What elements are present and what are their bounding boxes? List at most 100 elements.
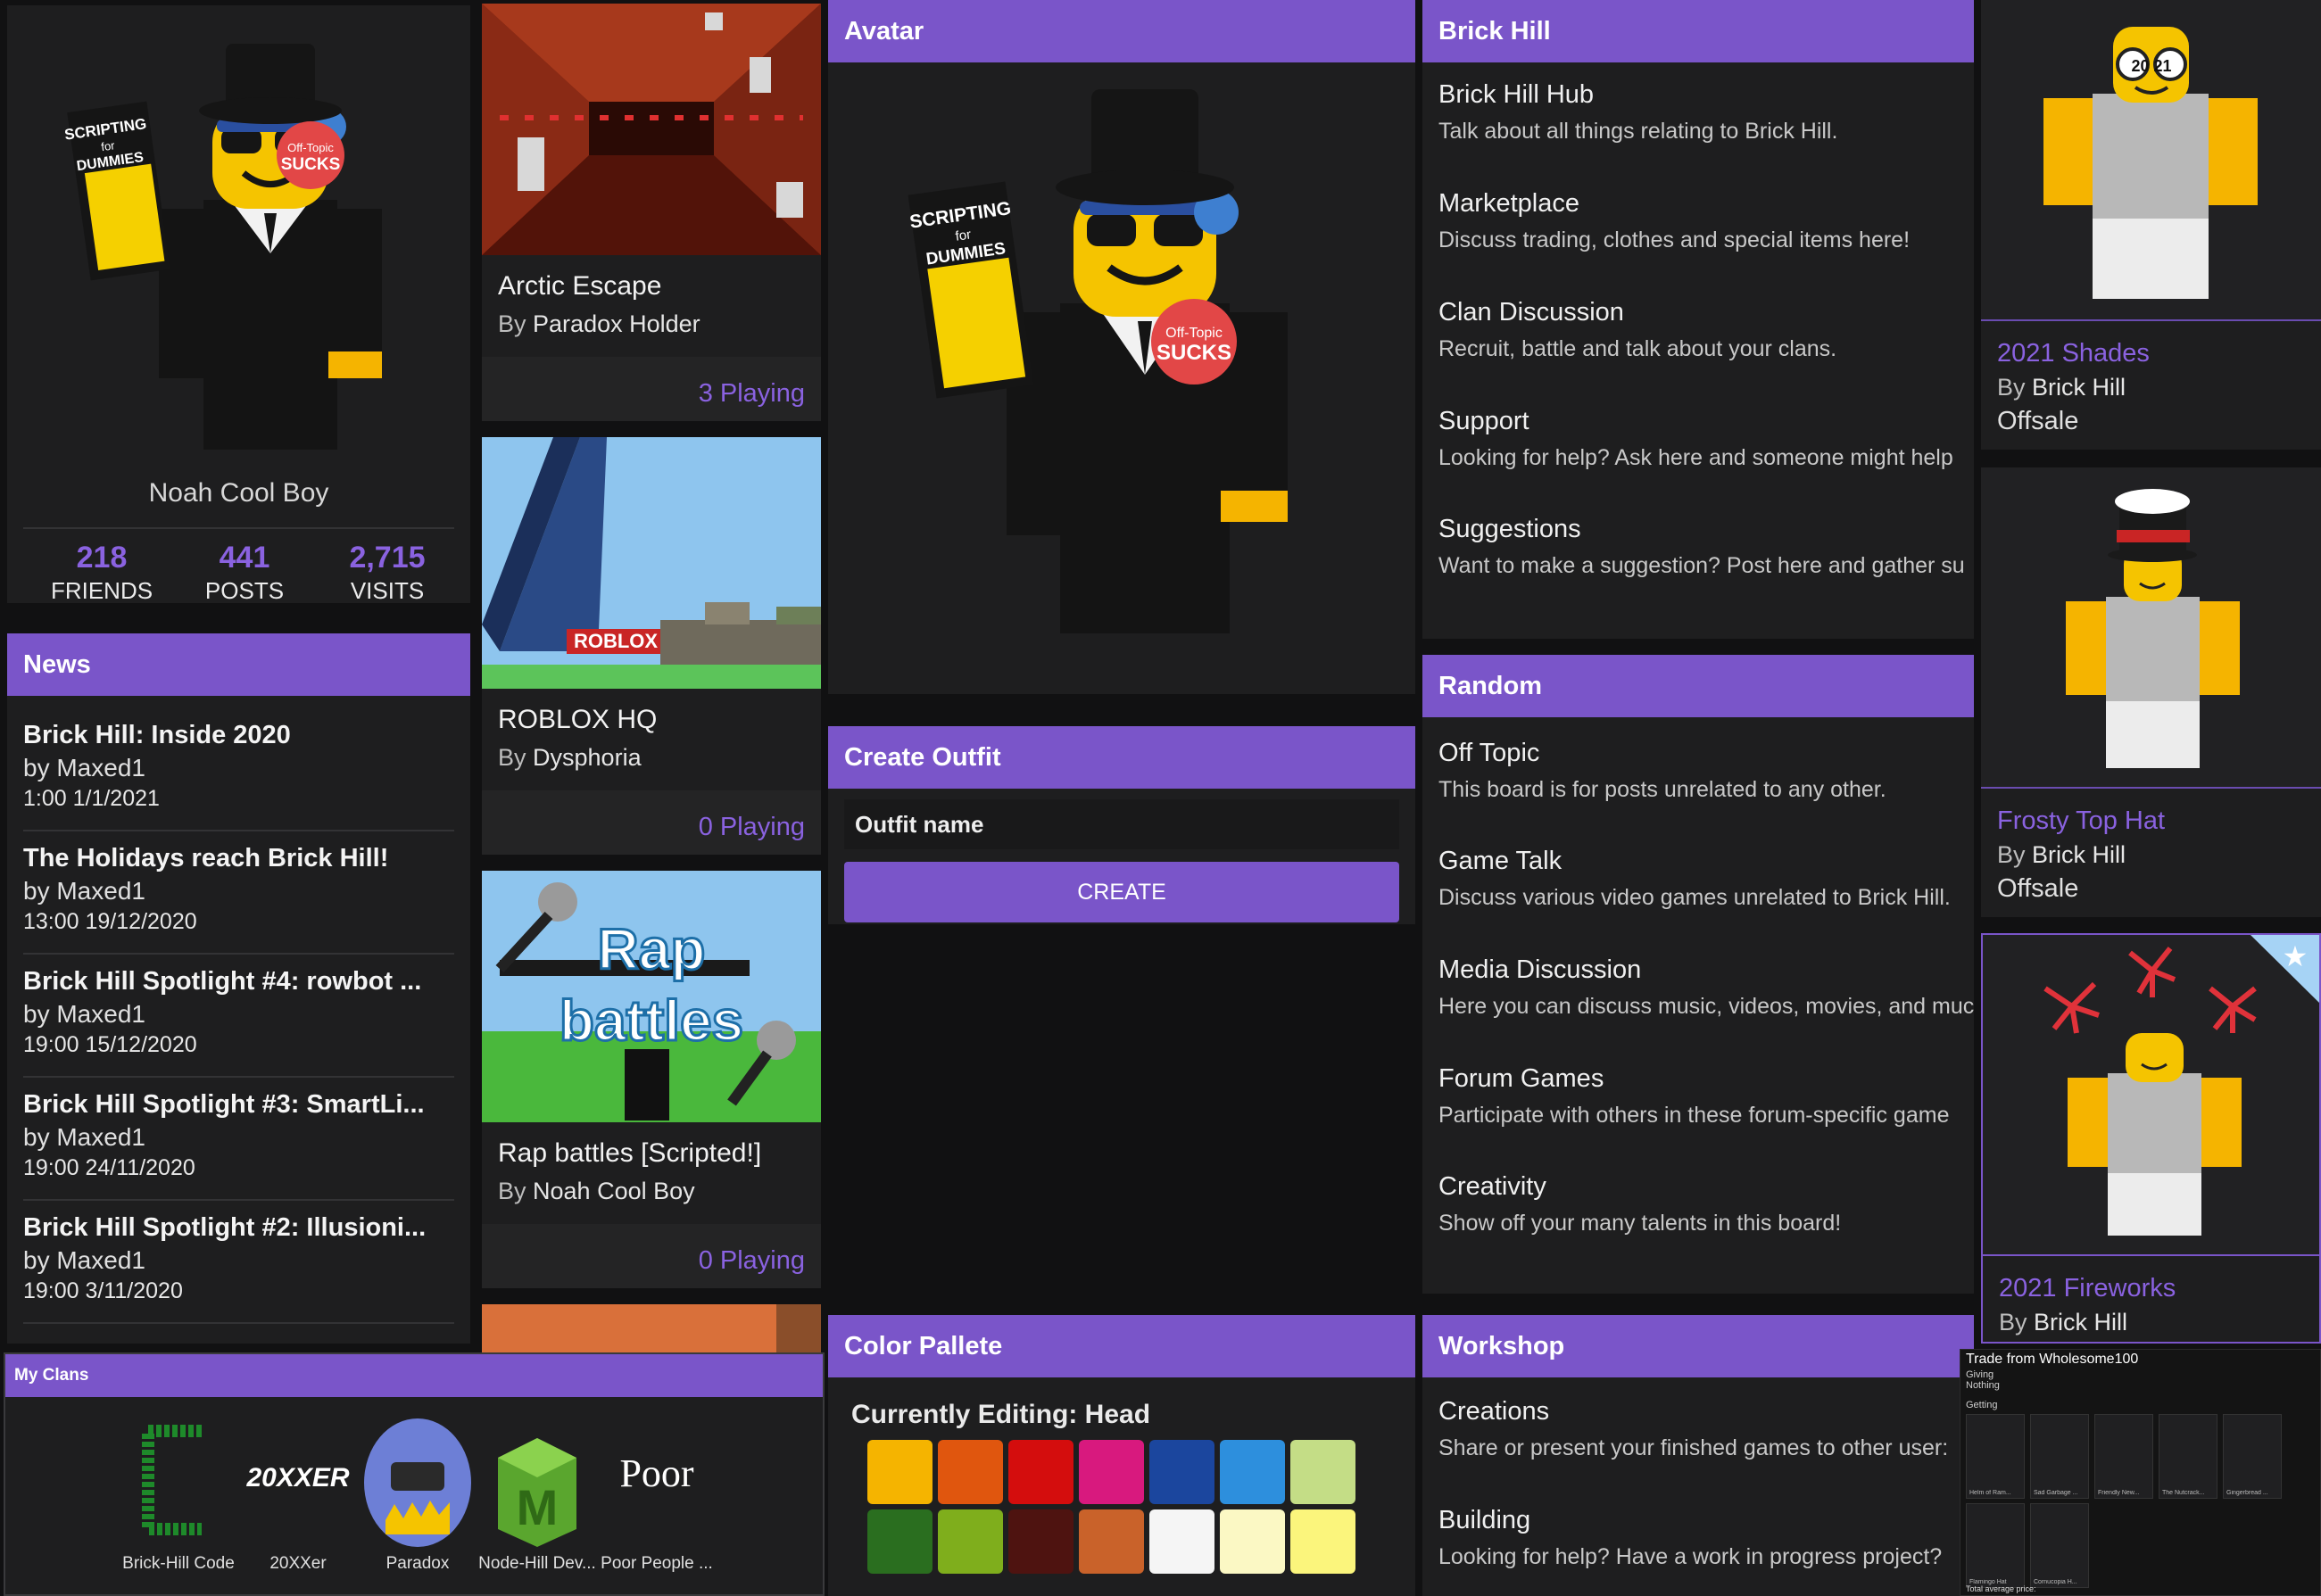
forum-board[interactable]: Marketplace Discuss trading, clothes and … (1438, 189, 1974, 253)
news-item[interactable]: Brick Hill: Inside 2020 by Maxed1 1:00 1… (23, 708, 454, 831)
forum-board-name[interactable]: Suggestions (1438, 515, 1974, 544)
news-item[interactable]: The Holidays reach Brick Hill! by Maxed1… (23, 831, 454, 955)
clan-name[interactable]: Paradox (359, 1554, 477, 1574)
clan-item[interactable]: M Node-Hill Dev... (478, 1413, 596, 1574)
color-swatch[interactable] (1220, 1440, 1285, 1504)
forum-board-name[interactable]: Creativity (1438, 1172, 1974, 1202)
shop-item-name[interactable]: Frosty Top Hat (1981, 789, 2321, 836)
color-swatch[interactable] (1008, 1440, 1073, 1504)
game-creator[interactable]: Paradox Holder (533, 310, 700, 337)
shop-item-creator[interactable]: Brick Hill (2032, 374, 2126, 401)
clan-name[interactable]: Node-Hill Dev... (478, 1554, 596, 1574)
color-swatch[interactable] (1079, 1509, 1144, 1574)
forum-board-name[interactable]: Creations (1438, 1397, 1974, 1426)
color-swatch[interactable] (1290, 1509, 1355, 1574)
shop-item-2021-shades[interactable]: 20 21 2021 Shades By Brick Hill Offsale (1981, 0, 2321, 450)
outfit-name-input[interactable]: Outfit name (844, 799, 1399, 849)
clan-item[interactable]: Paradox (359, 1413, 477, 1574)
stat-visits[interactable]: 2,715 VISITS (316, 541, 459, 603)
clan-item[interactable]: Poor Poor People ... (598, 1413, 716, 1574)
color-swatch[interactable] (867, 1509, 933, 1574)
forum-board-name[interactable]: Game Talk (1438, 847, 1974, 876)
forum-board[interactable]: Clan Discussion Recruit, battle and talk … (1438, 298, 1974, 362)
clan-item[interactable]: Brick-Hill Code (120, 1413, 237, 1574)
shop-item-frosty-top-hat[interactable]: Frosty Top Hat By Brick Hill Offsale (1981, 467, 2321, 917)
trade-item[interactable]: Flamingo Hat (1966, 1503, 2025, 1588)
forum-board-name[interactable]: Media Discussion (1438, 955, 1974, 985)
color-swatch[interactable] (938, 1509, 1003, 1574)
shop-item-thumbnail[interactable]: ★ (1983, 935, 2319, 1256)
forum-board-name[interactable]: Brick Hill Hub (1438, 80, 1974, 110)
forum-board[interactable]: Game Talk Discuss various video games unr… (1438, 847, 1974, 911)
color-swatch[interactable] (1008, 1509, 1073, 1574)
forum-board[interactable]: Building Looking for help? Have a work in… (1438, 1506, 1974, 1570)
stat-friends[interactable]: 218 FRIENDS (30, 541, 173, 603)
forum-board-name[interactable]: Clan Discussion (1438, 298, 1974, 327)
shop-item-creator[interactable]: Brick Hill (2032, 841, 2126, 868)
news-item-title[interactable]: Brick Hill Spotlight #3: SmartLi... (23, 1090, 454, 1120)
shop-item-creator[interactable]: Brick Hill (2034, 1309, 2127, 1336)
trade-item[interactable]: Cornucopia H... (2030, 1503, 2089, 1588)
news-item[interactable]: Brick Hill Spotlight #2: Illusioni... by… (23, 1201, 454, 1324)
game-card-rap-battles[interactable]: Rap battles Rap battles [Scripted!] By N… (482, 871, 821, 1288)
clan-logo[interactable]: 20XXER (241, 1413, 355, 1547)
clan-logo[interactable] (121, 1413, 236, 1547)
color-swatch[interactable] (1149, 1509, 1214, 1574)
forum-board[interactable]: Suggestions Want to make a suggestion? Po… (1438, 515, 1974, 579)
news-item[interactable]: Brick Hill Spotlight #4: rowbot ... by M… (23, 955, 454, 1078)
trade-item[interactable]: Helm of Ram... (1966, 1414, 2025, 1499)
game-title[interactable]: Arctic Escape (482, 255, 821, 302)
color-swatch[interactable] (938, 1440, 1003, 1504)
color-swatch[interactable] (1220, 1509, 1285, 1574)
clan-name[interactable]: 20XXer (239, 1554, 357, 1574)
game-creator[interactable]: Noah Cool Boy (533, 1178, 695, 1204)
game-card-roblox-hq[interactable]: ROBLOX ROBLOX HQ By Dysphoria 0 Playing (482, 437, 821, 855)
clan-name[interactable]: Brick-Hill Code (120, 1554, 237, 1574)
trade-item[interactable]: Friendly New... (2094, 1414, 2153, 1499)
clan-logo[interactable]: M (480, 1413, 594, 1547)
news-item-title[interactable]: The Holidays reach Brick Hill! (23, 844, 454, 873)
news-item-title[interactable]: Brick Hill Spotlight #2: Illusioni... (23, 1213, 454, 1243)
color-swatch[interactable] (1079, 1440, 1144, 1504)
forum-board[interactable]: Forum Games Participate with others in th… (1438, 1064, 1974, 1129)
username[interactable]: Noah Cool Boy (7, 478, 470, 509)
shop-item-2021-fireworks[interactable]: ★ 2021 Fireworks By Brick Hill (1981, 933, 2321, 1344)
news-item-title[interactable]: Brick Hill: Inside 2020 (23, 721, 454, 750)
news-item[interactable]: Brick Hill Spotlight #3: SmartLi... by M… (23, 1078, 454, 1201)
shop-item-thumbnail[interactable] (1981, 467, 2321, 789)
stat-posts[interactable]: 441 POSTS (173, 541, 316, 603)
game-title[interactable]: ROBLOX HQ (482, 689, 821, 735)
trade-item[interactable]: Gingerbread ... (2223, 1414, 2282, 1499)
forum-board-name[interactable]: Building (1438, 1506, 1974, 1535)
shop-item-name[interactable]: 2021 Shades (1981, 321, 2321, 368)
shop-item-name[interactable]: 2021 Fireworks (1983, 1256, 2319, 1303)
game-thumbnail[interactable] (482, 4, 821, 255)
create-outfit-button[interactable]: CREATE (844, 862, 1399, 922)
forum-board[interactable]: Off Topic This board is for posts unrelat… (1438, 739, 1974, 803)
forum-board[interactable]: Creativity Show off your many talents in … (1438, 1172, 1974, 1236)
game-card-partial[interactable] (482, 1304, 821, 1352)
shop-item-thumbnail[interactable]: 20 21 (1981, 0, 2321, 321)
forum-board-name[interactable]: Off Topic (1438, 739, 1974, 768)
avatar-preview[interactable]: SCRIPTING for DUMMIES Off-Topic SUCKS (882, 71, 1364, 642)
game-thumbnail[interactable]: Rap battles (482, 871, 821, 1122)
game-thumbnail[interactable]: ROBLOX (482, 437, 821, 689)
forum-board-name[interactable]: Support (1438, 407, 1974, 436)
trade-item[interactable]: Sad Garbage ... (2030, 1414, 2089, 1499)
game-card-arctic-escape[interactable]: Arctic Escape By Paradox Holder 3 Playin… (482, 4, 821, 421)
clan-item[interactable]: 20XXER 20XXer (239, 1413, 357, 1574)
forum-board[interactable]: Media Discussion Here you can discuss mus… (1438, 955, 1974, 1020)
forum-board[interactable]: Support Looking for help? Ask here and so… (1438, 407, 1974, 471)
forum-board[interactable]: Brick Hill Hub Talk about all things rela… (1438, 80, 1974, 145)
clan-logo[interactable]: Poor (600, 1413, 714, 1547)
game-creator[interactable]: Dysphoria (533, 744, 642, 771)
forum-board-name[interactable]: Marketplace (1438, 189, 1974, 219)
clan-logo[interactable] (361, 1413, 475, 1547)
color-swatch[interactable] (1290, 1440, 1355, 1504)
color-swatch[interactable] (867, 1440, 933, 1504)
forum-board-name[interactable]: Forum Games (1438, 1064, 1974, 1094)
forum-board[interactable]: Creations Share or present your finished … (1438, 1397, 1974, 1461)
news-item-title[interactable]: Brick Hill Spotlight #4: rowbot ... (23, 967, 454, 996)
color-swatch[interactable] (1149, 1440, 1214, 1504)
clan-name[interactable]: Poor People ... (598, 1554, 716, 1574)
